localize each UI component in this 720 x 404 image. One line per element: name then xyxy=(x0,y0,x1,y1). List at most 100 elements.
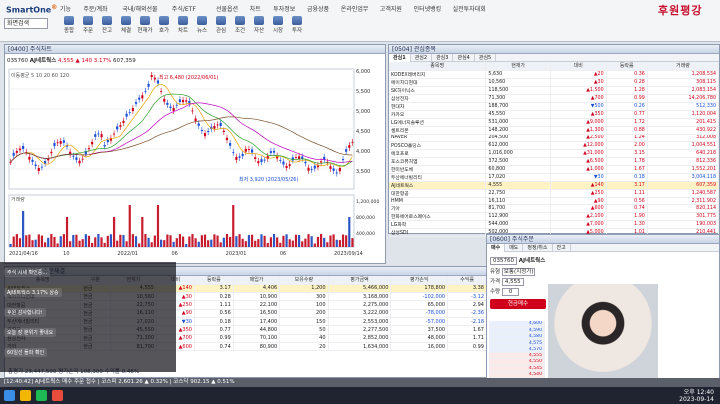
column-header[interactable]: 등락률 xyxy=(194,276,234,285)
watchlist-row[interactable]: HMM 16,110 ▲90 0.56 2,311,902 xyxy=(389,197,720,206)
candle-body xyxy=(147,83,150,87)
column-header[interactable]: 매입가 xyxy=(233,276,281,285)
watchlist-tab[interactable]: 관심3 xyxy=(432,54,454,62)
menu-item[interactable]: 고객지원 xyxy=(380,4,402,13)
watchlist-row[interactable]: 두산에너빌리티 17,020 ▼30 0.18 3,004,118 xyxy=(389,173,720,182)
watchlist-row[interactable]: LG에너지솔루션 531,000 ▲9,000 1.72 201,415 xyxy=(389,118,720,127)
table-cell: 4,406 xyxy=(233,284,281,294)
menu-item[interactable]: 국내/해외선물 xyxy=(122,4,157,13)
toolbar-button[interactable]: 주문 xyxy=(79,14,97,36)
column-header[interactable]: 평가손익 xyxy=(390,276,449,285)
table-cell: 178,800 xyxy=(390,284,449,294)
watchlist-tab[interactable]: 관심1 xyxy=(389,54,411,62)
toolbar-button[interactable]: 호가 xyxy=(155,14,173,36)
menu-item[interactable]: 주식/ETF xyxy=(172,4,196,13)
folder-icon[interactable] xyxy=(20,390,31,401)
column-header[interactable]: 거래량 xyxy=(647,62,720,71)
column-header[interactable]: 보유수량 xyxy=(279,276,329,285)
toolbar-button[interactable]: 종합 xyxy=(60,14,78,36)
toolbar-button[interactable]: 현재가 xyxy=(136,14,154,36)
screen-search-input[interactable]: 화면검색 xyxy=(4,18,48,29)
table-cell: AJ네트웍스 xyxy=(389,181,487,190)
watchlist-row[interactable]: AJ네트웍스 4,555 ▲140 3.17 607,359 xyxy=(389,181,720,190)
volume-bar xyxy=(219,242,222,247)
toolbar-icon xyxy=(159,16,169,25)
toolbar-button[interactable]: 잔고 xyxy=(98,14,116,36)
table-cell: 10,560 xyxy=(485,78,551,87)
watchlist-row[interactable]: 기아 81,700 ▲600 0.74 820,114 xyxy=(389,204,720,214)
menu-item[interactable]: 주문/계좌 xyxy=(83,4,107,13)
order-tab[interactable]: 잔고 xyxy=(553,244,571,252)
candle-body xyxy=(216,124,219,126)
watchlist-row[interactable]: 카카오 45,550 ▲350 0.77 1,120,004 xyxy=(389,110,720,119)
table-cell: 1.78 xyxy=(606,157,648,166)
table-cell: 301,775 xyxy=(647,212,720,222)
chart-code[interactable]: 035760 xyxy=(7,58,28,64)
toolbar-button[interactable]: 체결 xyxy=(117,14,135,36)
watchlist-row[interactable]: KODEX레버리지 5,630 ▲20 0.36 1,208,534 xyxy=(389,70,720,79)
toolbar-icon xyxy=(216,16,226,25)
chart-price: 4,555 xyxy=(58,58,74,64)
column-header[interactable]: 등락률 xyxy=(606,62,648,71)
toolbar-button[interactable]: 자산 xyxy=(250,14,268,36)
watchlist-row[interactable]: 에이치디현대 10,560 ▲30 0.28 308,115 xyxy=(389,78,720,87)
watchlist-row[interactable]: 셀트리온 148,200 ▲1,300 0.88 430,922 xyxy=(389,126,720,135)
watchlist-row[interactable]: 대한항공 22,750 ▲250 1.11 1,240,587 xyxy=(389,189,720,198)
watchlist-row[interactable]: 현대차 188,700 ▼500 0.26 512,330 xyxy=(389,102,720,111)
menu-item[interactable]: 차트 xyxy=(250,4,261,13)
menu-item[interactable]: 기능 xyxy=(60,4,71,13)
column-header[interactable]: 수익률 xyxy=(447,276,487,285)
column-header[interactable]: 대비 xyxy=(550,62,607,71)
candlestick-chart[interactable]: 6,000 5,500 5,000 4,500 4,000 3,500 최고 6,480 (… xyxy=(5,65,385,263)
order-tab[interactable]: 매도 xyxy=(505,244,524,252)
table-cell: 10,900 xyxy=(233,292,281,302)
candle-body xyxy=(338,168,341,172)
menu-item[interactable]: 선물옵션 xyxy=(216,4,238,13)
toolbar-button[interactable]: 조건 xyxy=(231,14,249,36)
menu-item[interactable]: 금융상품 xyxy=(307,4,329,13)
watchlist-row[interactable]: LG화학 544,000 ▲7,000 1.30 190,003 xyxy=(389,220,720,230)
watchlist-row[interactable]: 한화에어로스페이스 112,900 ▲2,100 1.90 301,775 xyxy=(389,212,720,222)
toolbar-label: 체결 xyxy=(120,28,132,34)
watchlist-row[interactable]: 한미반도체 60,800 ▲1,000 1.67 1,552,201 xyxy=(389,165,720,174)
order-tab[interactable]: 정정/취소 xyxy=(523,244,553,252)
candle-body xyxy=(254,157,257,159)
watchlist-row[interactable]: 에코프로 1,016,000 ▲31,000 3.15 640,218 xyxy=(389,149,720,158)
menu-item[interactable]: 인터넷뱅킹 xyxy=(414,4,442,13)
y-tick-label: 4,000 xyxy=(356,149,370,155)
table-cell: 65,000 xyxy=(390,300,449,310)
watchlist-row[interactable]: 삼성전자 71,300 ▲700 0.99 14,206,780 xyxy=(389,94,720,103)
column-header[interactable]: 종목명 xyxy=(389,62,487,71)
trading-app-icon[interactable] xyxy=(52,390,63,401)
column-header[interactable]: 평가금액 xyxy=(328,276,392,285)
table-cell: ▲1,000 xyxy=(550,165,607,174)
watchlist-row[interactable]: POSCO홀딩스 612,000 ▲12,000 2.00 1,004,551 xyxy=(389,141,720,150)
menu-item[interactable]: 온라인업무 xyxy=(341,4,369,13)
browser-icon[interactable] xyxy=(36,390,47,401)
toolbar-button[interactable]: 시장 xyxy=(269,14,287,36)
watchlist-row[interactable]: NAVER 204,500 ▲2,500 1.24 312,008 xyxy=(389,134,720,142)
menu-item[interactable]: 실전투자대회 xyxy=(453,4,486,13)
order-price-input[interactable]: 4,555 xyxy=(501,278,524,286)
toolbar-button[interactable]: 투자 xyxy=(288,14,306,36)
watchlist-tab[interactable]: 관심2 xyxy=(411,54,433,62)
watchlist-tab[interactable]: 관심5 xyxy=(475,54,497,62)
toolbar-button[interactable]: 관심 xyxy=(212,14,230,36)
candle-body xyxy=(100,134,103,138)
toolbar-button[interactable]: 뉴스 xyxy=(193,14,211,36)
order-qty-input[interactable]: 0 xyxy=(501,288,520,296)
toolbar-icon xyxy=(102,16,112,25)
windows-start-icon[interactable] xyxy=(4,390,15,401)
menu-item[interactable]: 투자정보 xyxy=(273,4,295,13)
order-code[interactable]: 035760 xyxy=(490,257,517,265)
order-tab[interactable]: 매수 xyxy=(487,244,506,252)
watchlist-row[interactable]: 포스코퓨처엠 372,500 ▲6,500 1.78 812,336 xyxy=(389,157,720,166)
watchlist-tab[interactable]: 관심4 xyxy=(453,54,475,62)
buy-button[interactable]: 현금매수 xyxy=(490,299,546,309)
table-cell: 118,500 xyxy=(485,86,551,95)
order-type-select[interactable]: 보통(지정가) xyxy=(501,268,536,276)
watchlist-row[interactable]: SK하이닉스 118,500 ▲1,500 1.28 2,083,154 xyxy=(389,86,720,95)
column-header[interactable]: 현재가 xyxy=(485,62,551,71)
toolbar-button[interactable]: 차트 xyxy=(174,14,192,36)
low-label: 최저 3,920 (2023/05/26) xyxy=(239,176,298,183)
